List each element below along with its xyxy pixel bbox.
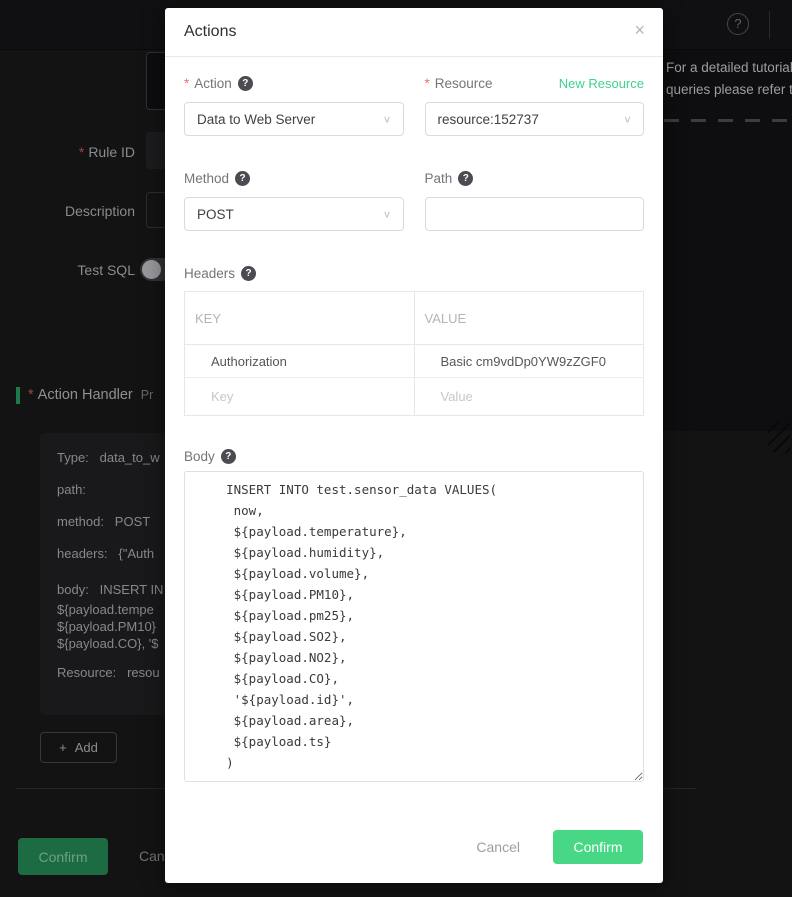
- tutorial-line-2: queries please refer to: [666, 79, 792, 101]
- modal-header-divider: [165, 56, 663, 57]
- method-select-value: POST: [197, 207, 234, 222]
- preview-line: Type: data_to_w: [57, 450, 160, 465]
- action-field-label: * Action ?: [184, 76, 404, 91]
- method-field-label: Method ?: [184, 171, 404, 186]
- headers-table: KEY VALUE Authorization Basic cm9vdDp0YW…: [184, 291, 644, 416]
- required-asterisk: *: [28, 387, 34, 403]
- preview-line: body: INSERT IN: [57, 582, 163, 597]
- preview-line: Resource: resou: [57, 665, 160, 680]
- action-handler-title-text: Action Handler: [38, 387, 133, 403]
- required-asterisk: *: [184, 76, 189, 91]
- action-handler-heading: *Action Handler Pr: [28, 387, 153, 403]
- chevron-down-icon: ∨: [383, 208, 392, 220]
- modal-cancel-button[interactable]: Cancel: [476, 839, 520, 855]
- headers-label-text: Headers: [184, 266, 235, 281]
- header-key-placeholder[interactable]: Key: [185, 378, 415, 416]
- resource-label-text: Resource: [435, 76, 493, 91]
- question-icon[interactable]: ?: [238, 76, 253, 91]
- preview-line: method: POST: [57, 514, 150, 529]
- headers-col-key: KEY: [185, 292, 415, 345]
- modal-confirm-label: Confirm: [573, 839, 622, 855]
- header-value-cell[interactable]: Basic cm9vdDp0YW9zZGF0: [414, 345, 644, 378]
- headers-table-head-row: KEY VALUE: [185, 292, 644, 345]
- question-icon[interactable]: ?: [458, 171, 473, 186]
- preview-line: ${payload.CO}, '$: [57, 636, 159, 651]
- preview-line: ${payload.tempe: [57, 602, 154, 617]
- body-label-text: Body: [184, 449, 215, 464]
- preview-line: path:: [57, 482, 86, 497]
- resource-field-label: * Resource New Resource: [425, 76, 645, 91]
- action-label-text: Action: [194, 76, 232, 91]
- add-button-label: Add: [75, 740, 98, 755]
- test-sql-label-text: Test SQL: [77, 262, 135, 278]
- new-resource-link[interactable]: New Resource: [559, 76, 644, 91]
- modal-confirm-button[interactable]: Confirm: [553, 830, 643, 864]
- test-sql-label: Test SQL: [0, 262, 135, 278]
- question-icon[interactable]: ?: [235, 171, 250, 186]
- dashed-separator: [664, 119, 792, 122]
- rule-id-label-text: Rule ID: [88, 144, 135, 160]
- body-field-label: Body ?: [184, 449, 236, 464]
- actions-modal: Actions × * Action ? * Resource New Reso…: [165, 8, 663, 883]
- preview-line: ${payload.PM10}: [57, 619, 156, 634]
- headers-field-label: Headers ?: [184, 266, 256, 281]
- tutorial-hint-text: For a detailed tutorial queries please r…: [666, 57, 792, 101]
- required-asterisk: *: [425, 76, 430, 91]
- path-field-label: Path ?: [425, 171, 645, 186]
- chevron-down-icon: ∨: [383, 113, 392, 125]
- action-select[interactable]: Data to Web Server ∨: [184, 102, 404, 136]
- tutorial-line-1: For a detailed tutorial: [666, 57, 792, 79]
- background-sql-panel: [663, 50, 792, 431]
- header-row: Authorization Basic cm9vdDp0YW9zZGF0: [185, 345, 644, 378]
- plus-icon: +: [59, 740, 67, 755]
- path-input[interactable]: [425, 197, 645, 231]
- header-value-placeholder[interactable]: Value: [414, 378, 644, 416]
- resource-select[interactable]: resource:152737 ∨: [425, 102, 645, 136]
- chevron-down-icon: ∨: [623, 113, 632, 125]
- method-select[interactable]: POST ∨: [184, 197, 404, 231]
- header-key-cell[interactable]: Authorization: [185, 345, 415, 378]
- action-handler-suffix: Pr: [141, 388, 154, 402]
- close-icon[interactable]: ×: [634, 21, 645, 39]
- question-icon[interactable]: ?: [241, 266, 256, 281]
- question-icon[interactable]: ?: [221, 449, 236, 464]
- headers-col-value: VALUE: [414, 292, 644, 345]
- page-confirm-label: Confirm: [38, 849, 87, 865]
- modal-title: Actions: [184, 23, 236, 41]
- preview-line: headers: {"Auth: [57, 546, 154, 561]
- body-textarea[interactable]: INSERT INTO test.sensor_data VALUES( now…: [184, 471, 644, 782]
- page-confirm-button[interactable]: Confirm: [18, 838, 108, 875]
- add-action-button[interactable]: + Add: [40, 732, 117, 763]
- path-label-text: Path: [425, 171, 453, 186]
- rule-id-label: *Rule ID: [0, 144, 135, 160]
- textarea-resize-grip-background: [768, 421, 790, 453]
- help-icon[interactable]: ?: [727, 13, 749, 35]
- header-placeholder-row: Key Value: [185, 378, 644, 416]
- header-divider: [769, 11, 770, 39]
- description-label-text: Description: [65, 203, 135, 219]
- required-asterisk: *: [79, 144, 84, 160]
- method-label-text: Method: [184, 171, 229, 186]
- action-select-value: Data to Web Server: [197, 112, 315, 127]
- section-accent-bar: [16, 387, 20, 404]
- description-label: Description: [0, 203, 135, 219]
- resource-select-value: resource:152737: [438, 112, 539, 127]
- test-sql-toggle-knob: [142, 260, 161, 279]
